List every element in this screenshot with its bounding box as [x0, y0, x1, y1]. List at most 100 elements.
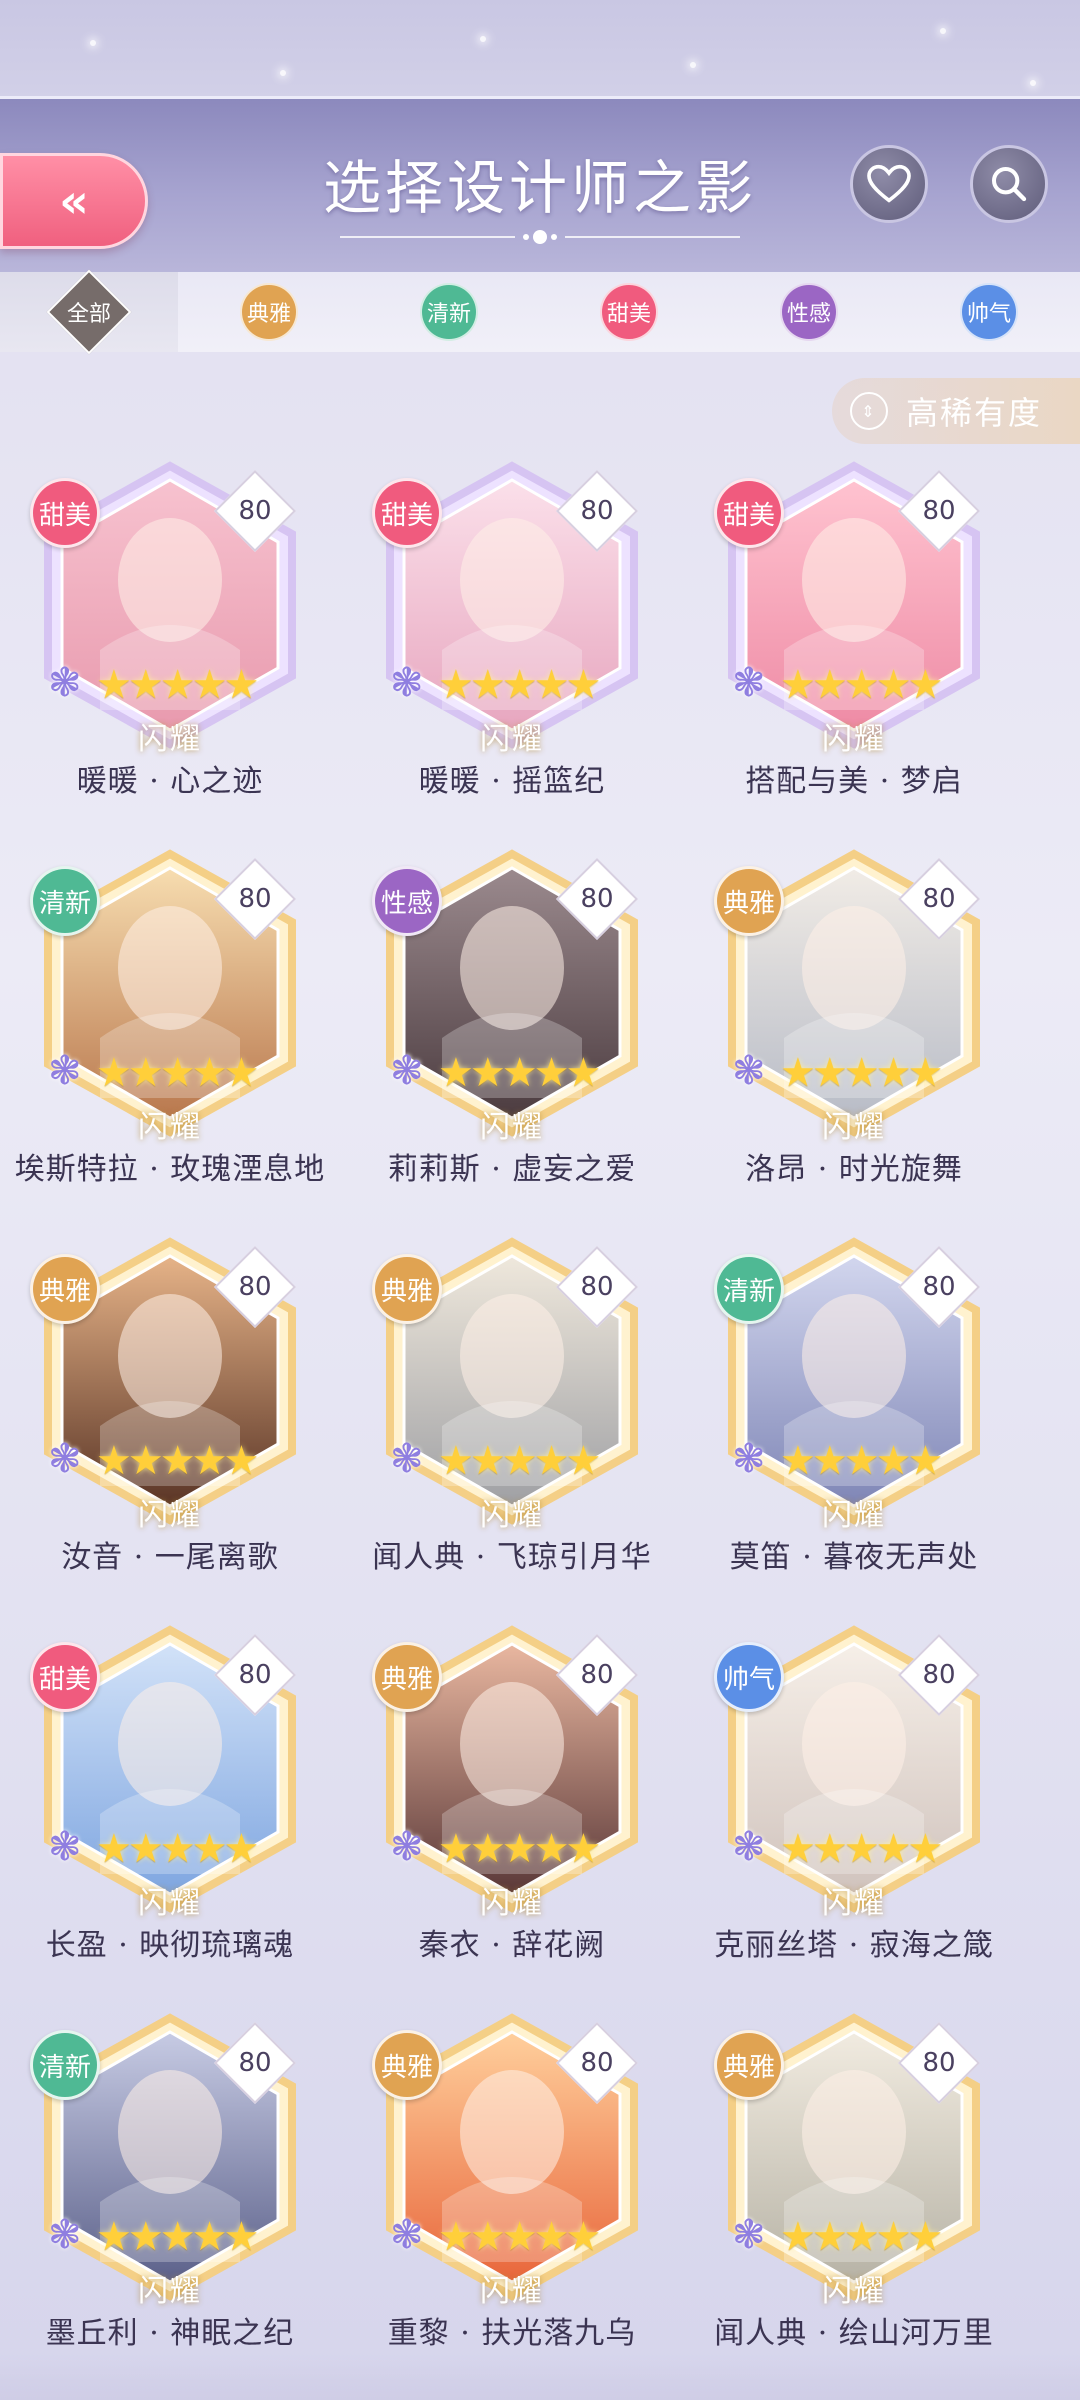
- card-star-rating: ★★★★★: [438, 1438, 601, 1484]
- card-style-tag: 典雅: [30, 1254, 100, 1324]
- flower-icon: ❃: [390, 2212, 424, 2258]
- designer-card[interactable]: 甜美 80 ❃ ★★★★★ 闪耀 搭配与美 · 梦启: [684, 460, 984, 800]
- sort-button[interactable]: ⇕ 高稀有度: [832, 378, 1080, 444]
- card-style-tag: 典雅: [372, 1642, 442, 1712]
- sparkle-decoration: [940, 28, 946, 34]
- designer-card[interactable]: 清新 80 ❃ ★★★★★ 闪耀 墨丘利 · 神眠之纪: [0, 2012, 300, 2352]
- tab-fresh[interactable]: 清新: [360, 272, 538, 352]
- card-name: 墨丘利 · 神眠之纪: [45, 2316, 295, 2351]
- sparkle-decoration: [90, 40, 96, 46]
- designer-card[interactable]: 清新 80 ❃ ★★★★★ 闪耀 埃斯特拉 · 玫瑰湮息地: [0, 848, 324, 1188]
- card-flash-label: 闪耀: [480, 1498, 544, 1533]
- card-level-value: 80: [238, 1660, 272, 1690]
- flower-icon: ❃: [390, 1048, 424, 1094]
- card-star-rating: ★★★★★: [96, 1050, 259, 1096]
- card-style-tag: 帅气: [714, 1642, 784, 1712]
- designer-card[interactable]: 典雅 80 ❃ ★★★★★ 闪耀 汝音 · 一尾离歌: [0, 1236, 300, 1576]
- designer-card[interactable]: 典雅 80 ❃ ★★★★★ 闪耀 洛昂 · 时光旋舞: [684, 848, 984, 1188]
- card-name: 莉莉斯 · 虚妄之爱: [387, 1152, 637, 1187]
- designer-card[interactable]: 典雅 80 ❃ ★★★★★ 闪耀 秦衣 · 辞花阙: [342, 1624, 642, 1964]
- card-name: 长盈 · 映彻琉璃魂: [45, 1928, 295, 1963]
- sparkle-decoration: [1030, 80, 1036, 86]
- sparkle-decoration: [480, 36, 486, 42]
- card-flash-label: 闪耀: [822, 2274, 886, 2309]
- card-name: 重黎 · 扶光落九乌: [387, 2316, 637, 2351]
- card-style-tag: 甜美: [714, 478, 784, 548]
- card-level-value: 80: [580, 496, 614, 526]
- card-flash-label: 闪耀: [480, 1886, 544, 1921]
- flower-icon: ❃: [48, 2212, 82, 2258]
- card-name: 汝音 · 一尾离歌: [61, 1540, 279, 1575]
- designer-card[interactable]: 帅气 80 ❃ ★★★★★ 闪耀 克丽丝塔 · 寂海之箴: [684, 1624, 993, 1964]
- designer-card[interactable]: 典雅 80 ❃ ★★★★★ 闪耀 闻人典 · 绘山河万里: [684, 2012, 993, 2352]
- card-name: 暖暖 · 摇篮纪: [418, 764, 606, 799]
- card-level-value: 80: [922, 884, 956, 914]
- flower-icon: ❃: [390, 1436, 424, 1482]
- designer-card[interactable]: 典雅 80 ❃ ★★★★★ 闪耀 闻人典 · 飞琼引月华: [342, 1236, 651, 1576]
- heart-icon: [867, 164, 911, 203]
- card-level-value: 80: [238, 1272, 272, 1302]
- header-bar: « 选择设计师之影: [0, 96, 1080, 276]
- tab-cool[interactable]: 帅气: [900, 272, 1078, 352]
- tab-elegant[interactable]: 典雅: [180, 272, 358, 352]
- tab-sexy[interactable]: 性感: [720, 272, 898, 352]
- flower-icon: ❃: [732, 660, 766, 706]
- card-flash-label: 闪耀: [138, 2274, 202, 2309]
- card-style-tag: 典雅: [714, 2030, 784, 2100]
- filter-tab-bar: 全部 典雅 清新 甜美 性感 帅气: [0, 269, 1080, 355]
- sparkle-decoration: [690, 62, 696, 68]
- card-star-rating: ★★★★★: [780, 1050, 943, 1096]
- card-level-value: 80: [238, 884, 272, 914]
- card-level-value: 80: [580, 884, 614, 914]
- tab-label: 性感: [780, 283, 838, 341]
- card-star-rating: ★★★★★: [438, 1826, 601, 1872]
- card-star-rating: ★★★★★: [96, 662, 259, 708]
- search-icon: [992, 167, 1027, 202]
- card-flash-label: 闪耀: [822, 722, 886, 757]
- card-level-value: 80: [580, 2048, 614, 2078]
- designer-card[interactable]: 甜美 80 ❃ ★★★★★ 闪耀 长盈 · 映彻琉璃魂: [0, 1624, 300, 1964]
- card-star-rating: ★★★★★: [438, 2214, 601, 2260]
- tab-sweet[interactable]: 甜美: [540, 272, 718, 352]
- tab-label: 典雅: [240, 283, 298, 341]
- card-flash-label: 闪耀: [480, 722, 544, 757]
- card-name: 搭配与美 · 梦启: [745, 764, 963, 799]
- title-ornament: [340, 230, 740, 244]
- card-flash-label: 闪耀: [822, 1498, 886, 1533]
- card-flash-label: 闪耀: [480, 2274, 544, 2309]
- card-star-rating: ★★★★★: [780, 1438, 943, 1484]
- designer-card[interactable]: 典雅 80 ❃ ★★★★★ 闪耀 重黎 · 扶光落九乌: [342, 2012, 642, 2352]
- card-style-tag: 典雅: [372, 2030, 442, 2100]
- card-name: 洛昂 · 时光旋舞: [745, 1152, 963, 1187]
- tab-all[interactable]: 全部: [0, 269, 178, 355]
- favorites-button[interactable]: [850, 145, 928, 223]
- card-level-value: 80: [238, 496, 272, 526]
- card-flash-label: 闪耀: [138, 1886, 202, 1921]
- card-name: 秦衣 · 辞花阙: [418, 1928, 606, 1963]
- card-star-rating: ★★★★★: [96, 2214, 259, 2260]
- flower-icon: ❃: [390, 660, 424, 706]
- flower-icon: ❃: [732, 2212, 766, 2258]
- card-style-tag: 甜美: [30, 1642, 100, 1712]
- card-flash-label: 闪耀: [822, 1110, 886, 1145]
- card-star-rating: ★★★★★: [780, 2214, 943, 2260]
- designer-card[interactable]: 清新 80 ❃ ★★★★★ 闪耀 莫笛 · 暮夜无声处: [684, 1236, 984, 1576]
- card-level-value: 80: [922, 496, 956, 526]
- card-flash-label: 闪耀: [138, 1498, 202, 1533]
- designer-card[interactable]: 性感 80 ❃ ★★★★★ 闪耀 莉莉斯 · 虚妄之爱: [342, 848, 642, 1188]
- card-star-rating: ★★★★★: [438, 1050, 601, 1096]
- tab-label: 甜美: [600, 283, 658, 341]
- card-flash-label: 闪耀: [138, 722, 202, 757]
- card-level-value: 80: [580, 1272, 614, 1302]
- card-name: 莫笛 · 暮夜无声处: [729, 1540, 979, 1575]
- card-star-rating: ★★★★★: [438, 662, 601, 708]
- card-star-rating: ★★★★★: [780, 1826, 943, 1872]
- flower-icon: ❃: [732, 1048, 766, 1094]
- designer-card[interactable]: 甜美 80 ❃ ★★★★★ 闪耀 暖暖 · 心之迹: [0, 460, 300, 800]
- flower-icon: ❃: [48, 1436, 82, 1482]
- card-flash-label: 闪耀: [480, 1110, 544, 1145]
- designer-card[interactable]: 甜美 80 ❃ ★★★★★ 闪耀 暖暖 · 摇篮纪: [342, 460, 642, 800]
- card-name: 闻人典 · 飞琼引月华: [372, 1540, 652, 1575]
- search-button[interactable]: [970, 145, 1048, 223]
- card-name: 埃斯特拉 · 玫瑰湮息地: [14, 1152, 326, 1187]
